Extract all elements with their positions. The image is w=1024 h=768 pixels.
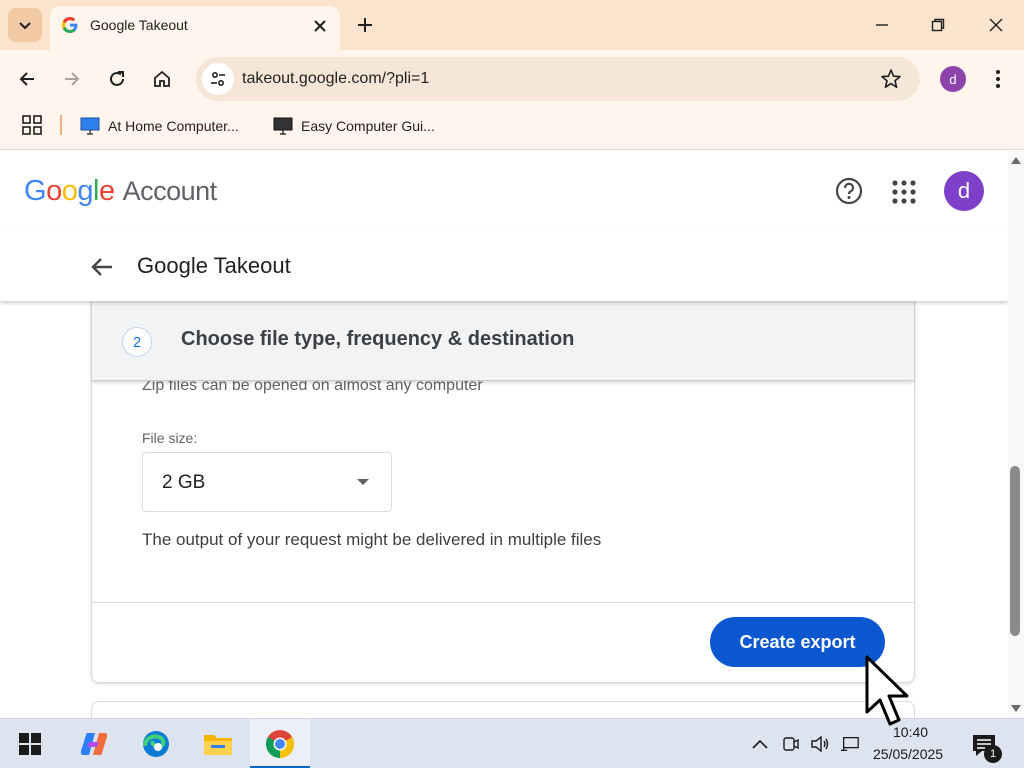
speaker-icon bbox=[811, 735, 829, 753]
logo-letter: G bbox=[24, 175, 47, 207]
bookmark-label: At Home Computer... bbox=[108, 118, 239, 134]
file-size-select[interactable]: 2 GB bbox=[142, 452, 392, 512]
reload-button[interactable] bbox=[100, 62, 134, 96]
address-bar[interactable]: takeout.google.com/?pli=1 bbox=[196, 57, 920, 101]
file-explorer-icon bbox=[204, 735, 232, 755]
chrome-icon bbox=[266, 730, 294, 758]
step-header[interactable]: 2 Choose file type, frequency & destinat… bbox=[92, 301, 914, 381]
chrome-button[interactable] bbox=[258, 724, 302, 764]
close-window-button[interactable] bbox=[968, 0, 1024, 50]
dropdown-arrow-icon bbox=[357, 479, 369, 485]
export-step-card: Zip files can be opened on almost any co… bbox=[91, 301, 915, 683]
logo-account-text: Account bbox=[122, 176, 218, 206]
monitor-icon bbox=[80, 117, 100, 135]
account-avatar[interactable]: d bbox=[944, 171, 984, 211]
monitor-icon bbox=[273, 117, 293, 135]
video-camera-icon bbox=[783, 737, 799, 751]
scroll-up-icon[interactable] bbox=[1011, 157, 1021, 164]
more-vertical-icon bbox=[996, 70, 1000, 88]
volume-button[interactable] bbox=[810, 734, 830, 754]
logo-letter: g bbox=[77, 175, 93, 207]
create-export-button[interactable]: Create export bbox=[710, 617, 885, 667]
tab-title: Google Takeout bbox=[90, 17, 188, 33]
close-icon bbox=[314, 20, 326, 32]
tab-search-button[interactable] bbox=[8, 8, 42, 42]
bookmark-item[interactable]: At Home Computer... bbox=[80, 114, 239, 138]
home-icon bbox=[154, 70, 170, 87]
google-account-logo[interactable]: Google Account bbox=[24, 175, 217, 208]
forward-button[interactable] bbox=[55, 62, 89, 96]
step-number-badge: 2 bbox=[122, 327, 152, 357]
logo-letter: e bbox=[98, 175, 115, 207]
tune-icon bbox=[211, 71, 225, 87]
arrow-left-icon bbox=[19, 72, 34, 86]
close-icon bbox=[989, 18, 1003, 32]
reload-icon bbox=[110, 71, 124, 86]
arrow-left-icon[interactable] bbox=[88, 253, 116, 281]
account-header: Google Account d bbox=[0, 151, 1008, 231]
scroll-down-icon[interactable] bbox=[1011, 705, 1021, 712]
apps-icon[interactable] bbox=[22, 115, 42, 135]
mouse-cursor-icon bbox=[865, 655, 909, 726]
bookmark-label: Easy Computer Gui... bbox=[301, 118, 435, 134]
logo-letter: o bbox=[46, 175, 62, 207]
network-icon bbox=[840, 737, 859, 751]
plus-icon bbox=[358, 18, 372, 32]
bookmarks-separator bbox=[60, 115, 62, 135]
google-favicon-icon bbox=[62, 17, 78, 33]
help-icon[interactable] bbox=[834, 176, 864, 206]
profile-button[interactable]: d bbox=[940, 66, 966, 92]
bookmark-star-icon[interactable] bbox=[880, 68, 902, 90]
bookmark-item[interactable]: Easy Computer Gui... bbox=[273, 114, 435, 138]
notification-badge: 1 bbox=[984, 745, 1002, 763]
browser-toolbar: takeout.google.com/?pli=1 d bbox=[0, 50, 1024, 108]
logo-letter: o bbox=[61, 175, 78, 207]
start-icon bbox=[19, 733, 41, 755]
step-title: Choose file type, frequency & destinatio… bbox=[181, 328, 575, 350]
arrow-right-icon bbox=[65, 72, 80, 86]
copilot-button[interactable] bbox=[72, 724, 116, 764]
takeout-subheader: Google Takeout bbox=[0, 231, 1008, 301]
file-explorer-button[interactable] bbox=[196, 724, 240, 764]
file-size-value: 2 GB bbox=[162, 472, 206, 493]
apps-grid-icon[interactable] bbox=[890, 178, 918, 206]
copilot-icon bbox=[80, 733, 108, 755]
clock-date[interactable]: 25/05/2025 bbox=[873, 746, 943, 762]
scroll-thumb[interactable] bbox=[1010, 466, 1020, 636]
chevron-down-icon bbox=[19, 22, 31, 30]
page-scrollbar[interactable] bbox=[1008, 151, 1024, 718]
url-text[interactable]: takeout.google.com/?pli=1 bbox=[242, 70, 429, 88]
divider bbox=[92, 602, 914, 603]
home-button[interactable] bbox=[145, 62, 179, 96]
page-title: Google Takeout bbox=[137, 253, 291, 278]
edge-icon bbox=[143, 731, 169, 757]
output-note: The output of your request might be deli… bbox=[142, 530, 602, 549]
bookmarks-bar: At Home Computer... Easy Computer Gui... bbox=[0, 108, 1024, 150]
browser-tab-active[interactable]: Google Takeout bbox=[50, 6, 340, 50]
edge-button[interactable] bbox=[134, 724, 178, 764]
new-tab-button[interactable] bbox=[352, 12, 378, 38]
start-button[interactable] bbox=[8, 724, 52, 764]
site-info-button[interactable] bbox=[202, 63, 234, 95]
restore-icon bbox=[931, 18, 945, 32]
restore-button[interactable] bbox=[910, 0, 966, 50]
chevron-up-icon bbox=[752, 739, 768, 749]
back-button[interactable] bbox=[10, 62, 44, 96]
browser-menu-button[interactable] bbox=[986, 66, 1010, 92]
file-size-label: File size: bbox=[142, 430, 198, 446]
page-content: Google Account d Google Takeout Zip file… bbox=[0, 151, 1008, 718]
minimize-icon bbox=[876, 24, 888, 26]
browser-titlebar: Google Takeout bbox=[0, 0, 1024, 50]
next-card bbox=[91, 701, 915, 718]
show-hidden-icons-button[interactable] bbox=[750, 734, 770, 754]
network-button[interactable] bbox=[840, 734, 860, 754]
meet-now-button[interactable] bbox=[781, 734, 801, 754]
tab-close-button[interactable] bbox=[310, 16, 330, 36]
minimize-button[interactable] bbox=[854, 0, 910, 50]
